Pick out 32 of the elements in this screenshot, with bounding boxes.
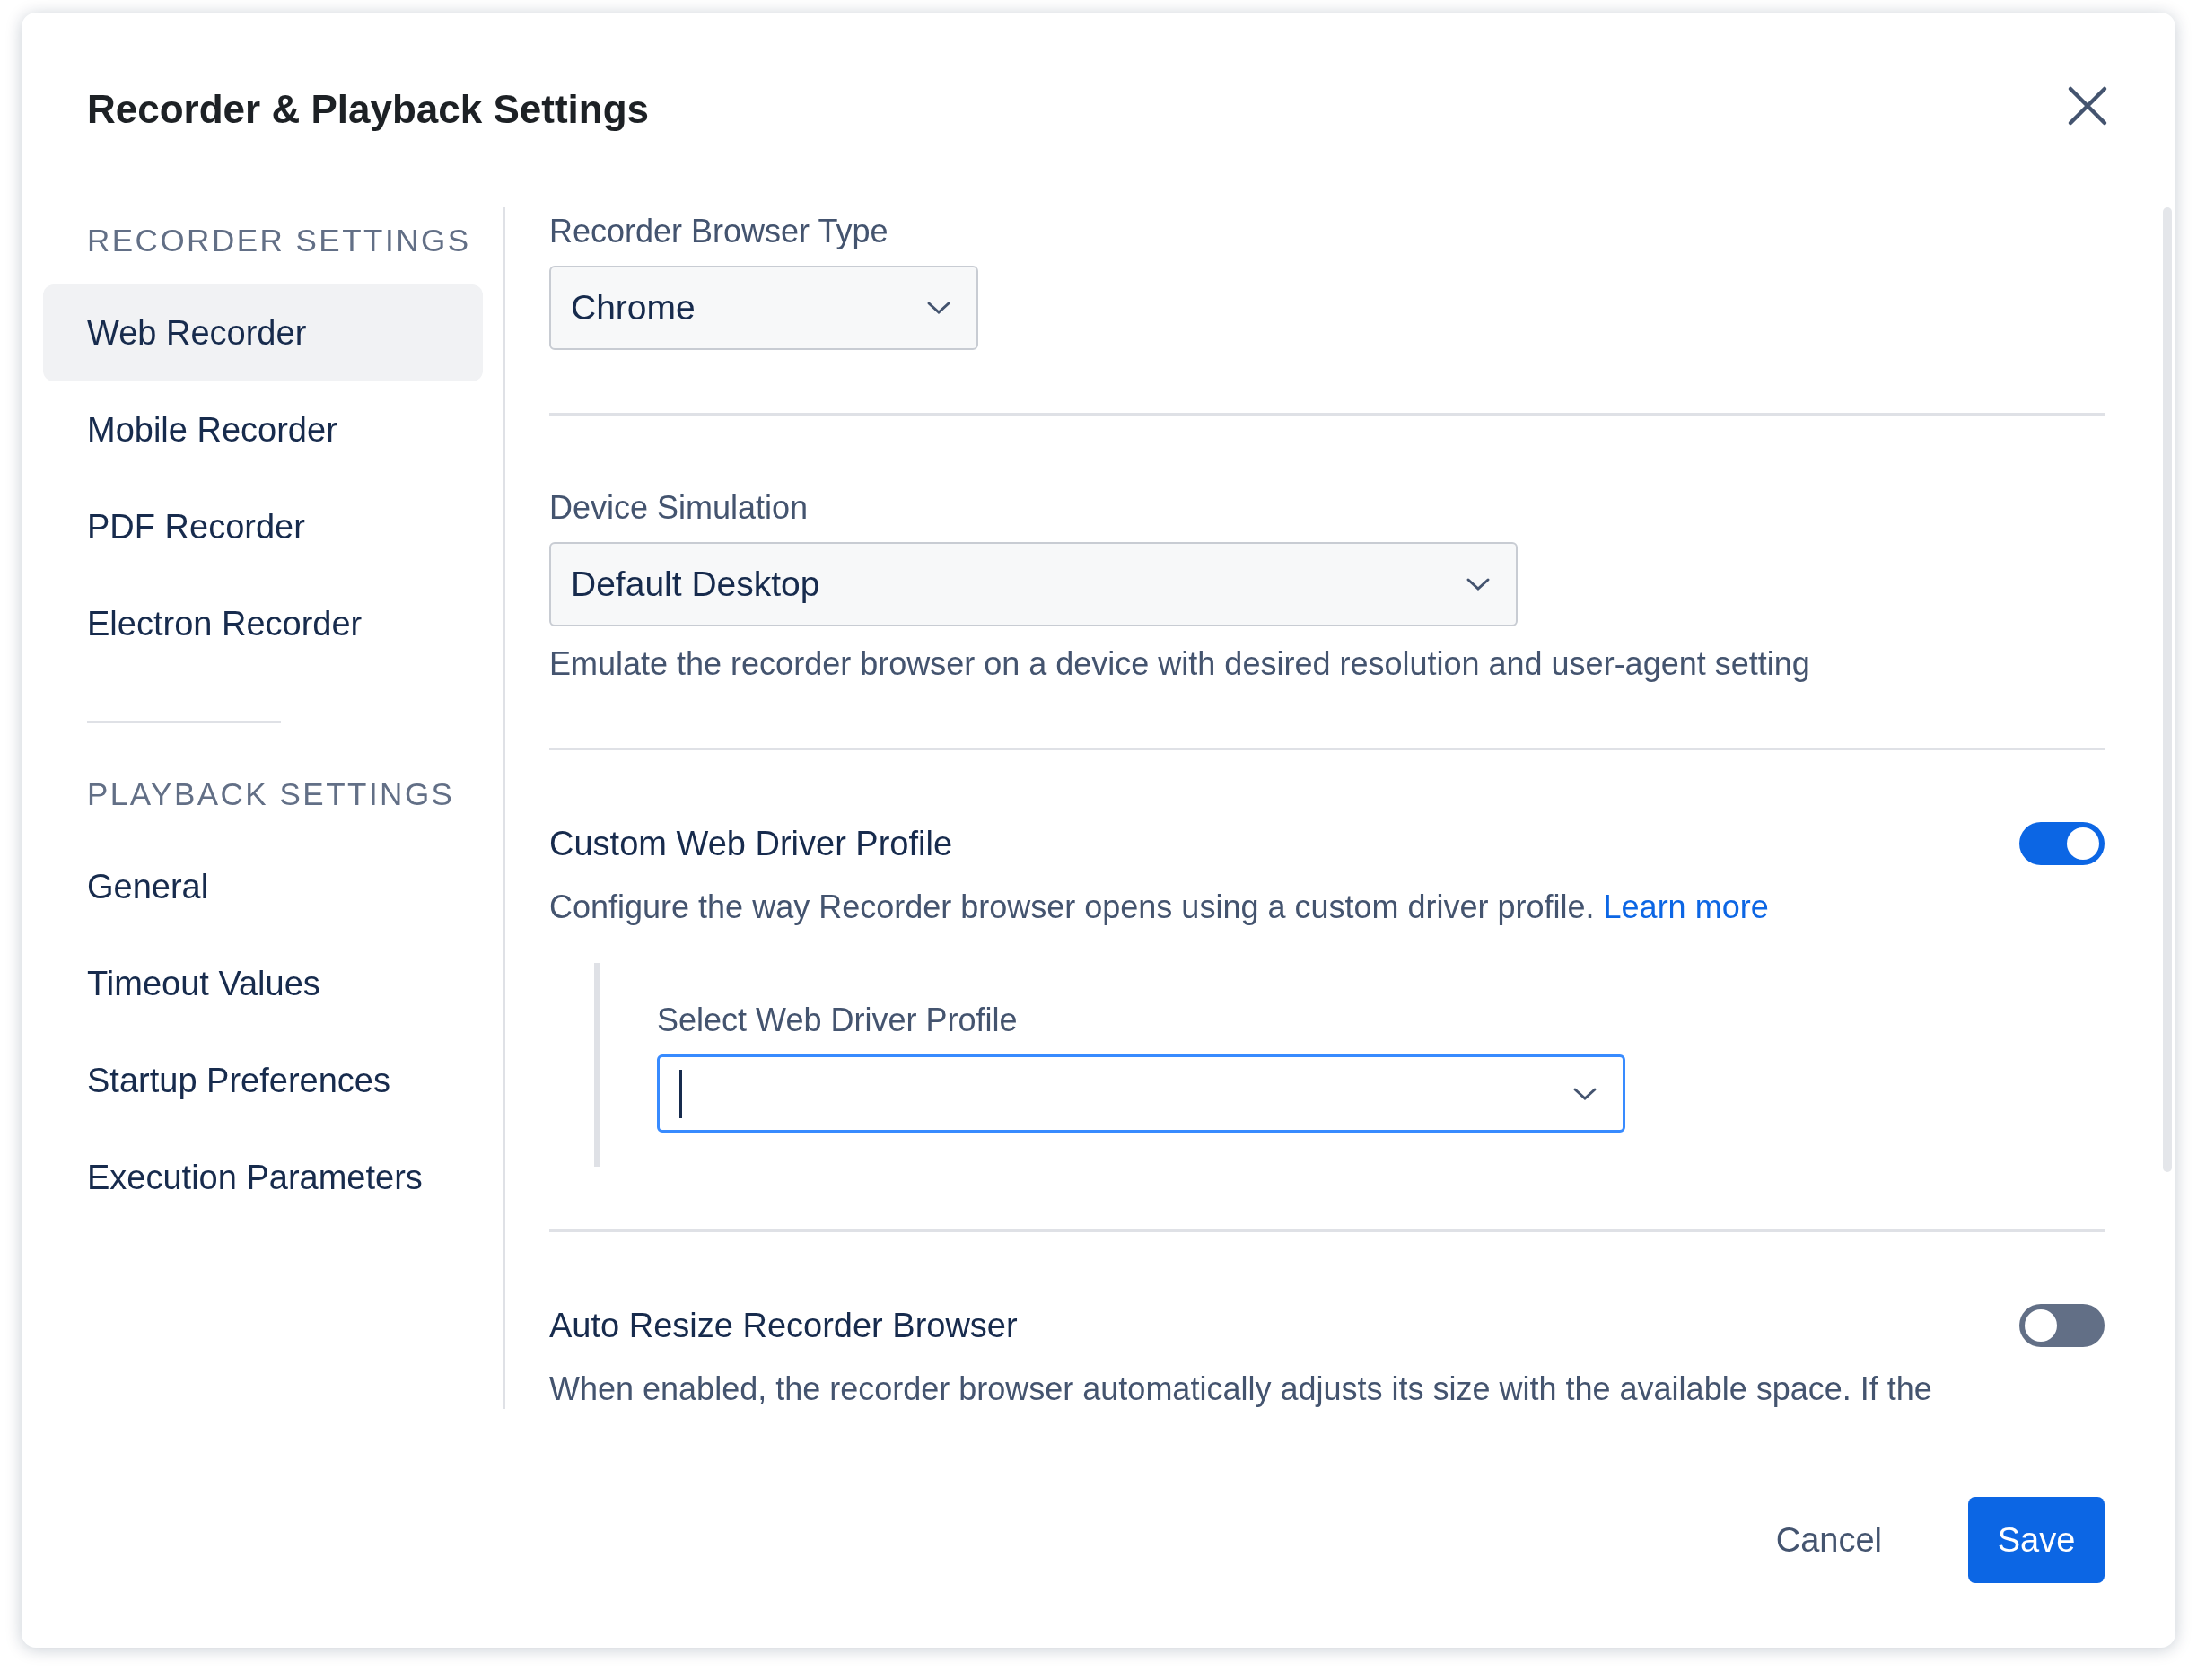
dropdown[interactable]: Chrome — [549, 266, 978, 350]
sidebar-item[interactable]: General — [43, 838, 483, 935]
setting-title: Custom Web Driver Profile — [549, 824, 953, 864]
chevron-down-icon — [926, 301, 951, 315]
help-text: Configure the way Recorder browser opens using a custom driver profile. Learn more — [549, 888, 1769, 927]
save-button[interactable]: Save — [1968, 1497, 2105, 1583]
field-label: Recorder Browser Type — [549, 212, 888, 251]
sidebar-item[interactable]: Electron Recorder — [43, 575, 483, 672]
dropdown-input[interactable] — [657, 1054, 1625, 1133]
help-text: When enabled, the recorder browser automatically adjusts its size with the available space. If the — [549, 1369, 1932, 1409]
dropdown[interactable]: Default Desktop — [549, 542, 1518, 626]
sidebar-item[interactable]: Timeout Values — [43, 935, 483, 1032]
section-heading: RECORDER SETTINGS — [86, 222, 472, 259]
sidebar-item[interactable]: Mobile Recorder — [43, 381, 483, 478]
field-label: Select Web Driver Profile — [657, 1001, 1018, 1040]
chevron-down-icon — [1466, 577, 1491, 591]
dialog-title: Recorder & Playback Settings — [87, 89, 649, 130]
help-text: Emulate the recorder browser on a device with desired resolution and user-agent setting — [549, 644, 1810, 684]
toggle-switch[interactable] — [2019, 822, 2105, 865]
sidebar-item[interactable]: Web Recorder — [43, 284, 483, 381]
field-label: Device Simulation — [549, 488, 809, 528]
toggle-switch[interactable] — [2019, 1304, 2105, 1347]
setting-title: Auto Resize Recorder Browser — [549, 1306, 1018, 1346]
close-icon[interactable] — [2067, 85, 2108, 127]
sidebar-item[interactable]: PDF Recorder — [43, 478, 483, 575]
chevron-down-icon — [1572, 1086, 1597, 1101]
scrollbar[interactable] — [2163, 207, 2172, 1172]
sidebar-item[interactable]: Startup Preferences — [43, 1032, 483, 1129]
sidebar-item[interactable]: Execution Parameters — [43, 1129, 483, 1226]
learn-more-link[interactable]: Learn more — [1603, 888, 1769, 925]
cancel-button[interactable]: Cancel — [1743, 1497, 1914, 1583]
section-heading: PLAYBACK SETTINGS — [86, 775, 456, 813]
